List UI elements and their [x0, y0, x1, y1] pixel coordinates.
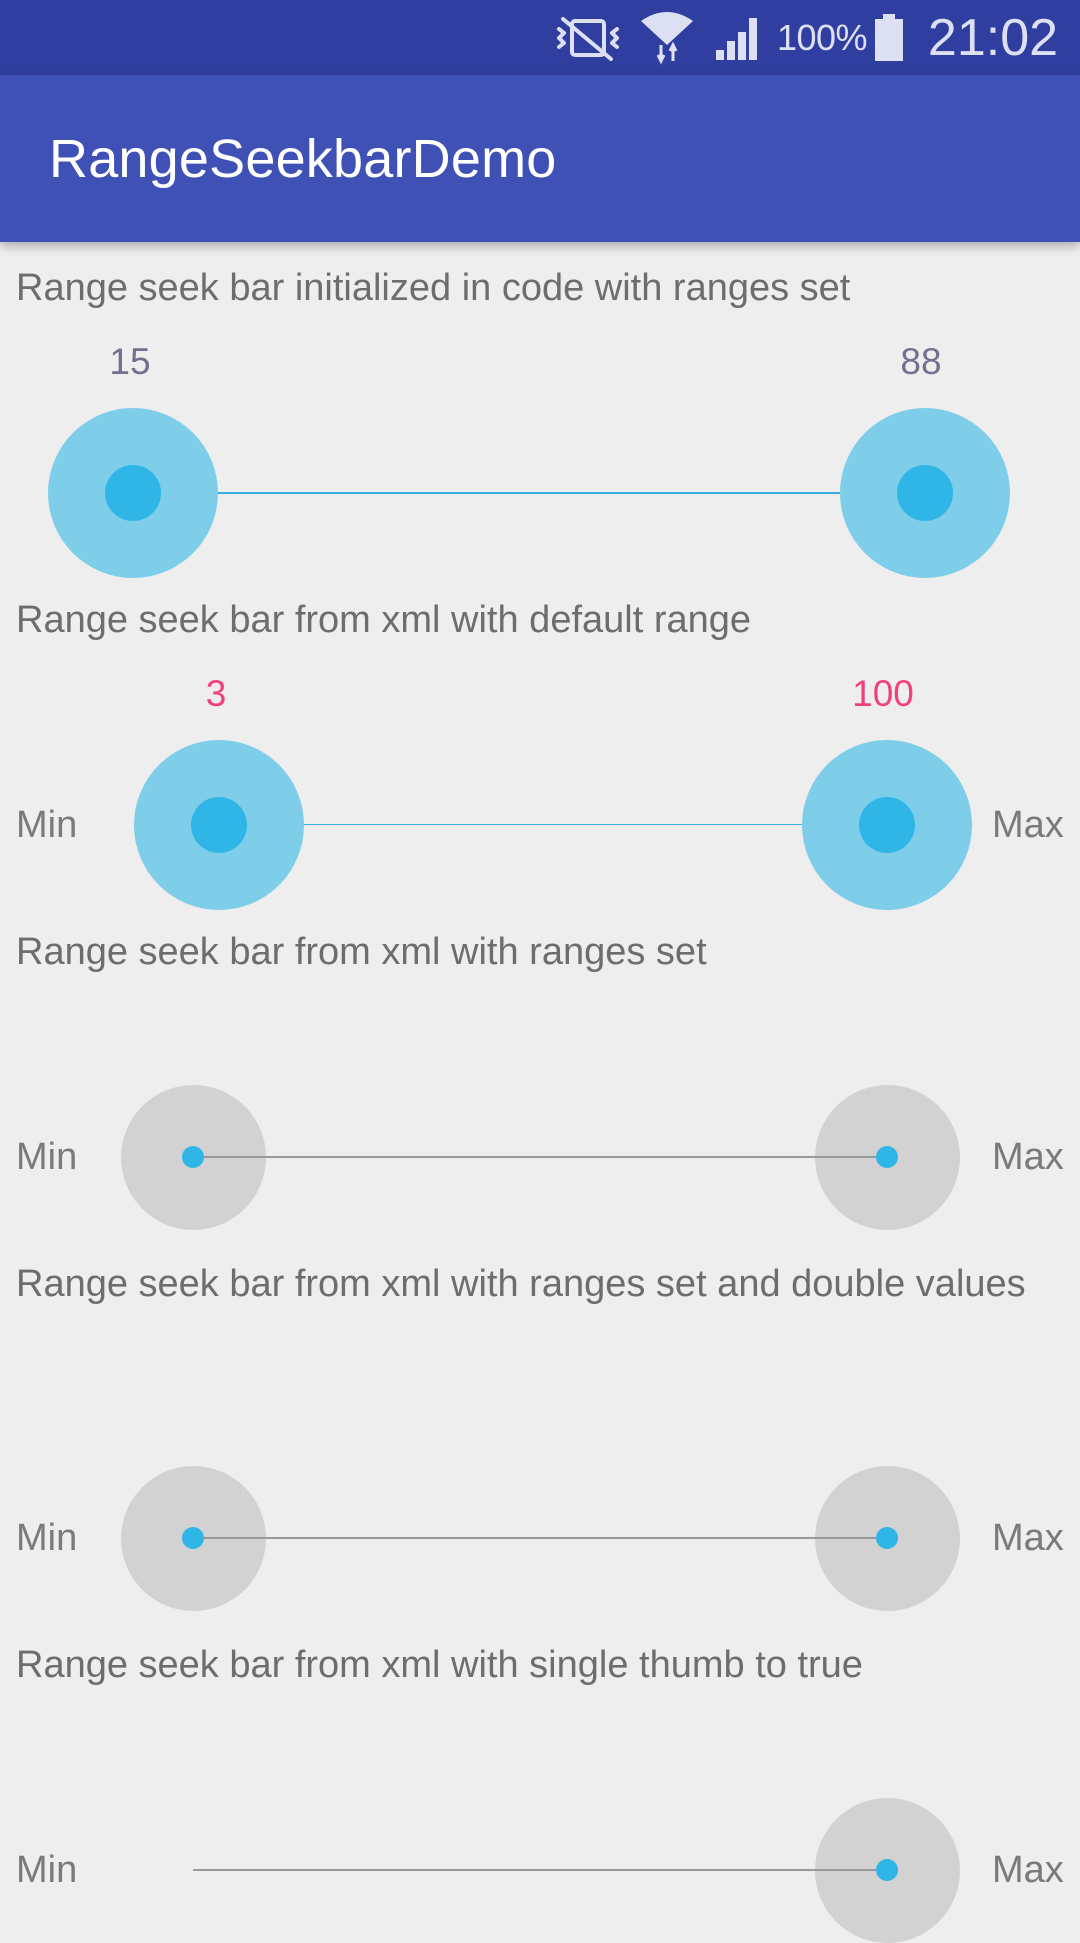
max-thumb-dot [897, 465, 953, 521]
min-label: Min [16, 1517, 78, 1559]
min-label: Min [16, 804, 78, 846]
min-label: Min [16, 1849, 78, 1891]
battery-percent: 100% [776, 16, 868, 58]
min-thumb-dot [191, 797, 247, 853]
max-value-label: 100 [852, 673, 914, 714]
section-title: Range seek bar from xml with ranges set [16, 931, 707, 973]
seekbar-track [193, 1156, 887, 1158]
max-thumb-dot [876, 1146, 898, 1168]
seekbar-track [193, 1537, 887, 1539]
wifi-icon [636, 0, 698, 75]
section-title: Range seek bar initialized in code with … [16, 267, 851, 309]
seekbar-track [219, 824, 887, 825]
vibrate-icon [552, 0, 624, 75]
section-title: Range seek bar from xml with ranges set … [16, 1263, 1026, 1305]
section-title: Range seek bar from xml with single thum… [16, 1644, 863, 1686]
status-bar: 100% 21:02 [0, 0, 1080, 75]
min-thumb-dot [182, 1527, 204, 1549]
max-value-label: 88 [900, 341, 942, 382]
seekbar-track [193, 1869, 887, 1871]
signal-icon [712, 0, 766, 75]
seekbar-track [133, 492, 923, 494]
min-label: Min [16, 1136, 78, 1178]
min-thumb-dot [182, 1146, 204, 1168]
max-label: Max [992, 1517, 1064, 1559]
max-thumb-dot [876, 1859, 898, 1881]
min-thumb-dot [105, 465, 161, 521]
clock: 21:02 [927, 8, 1059, 67]
max-label: Max [992, 804, 1064, 846]
app-bar: RangeSeekbarDemo [0, 75, 1080, 242]
max-label: Max [992, 1136, 1064, 1178]
max-thumb-dot [859, 797, 915, 853]
max-thumb-dot [876, 1527, 898, 1549]
max-label: Max [992, 1849, 1064, 1891]
section-title: Range seek bar from xml with default ran… [16, 599, 752, 641]
min-value-label: 3 [205, 673, 227, 714]
app-title: RangeSeekbarDemo [49, 128, 557, 189]
battery-icon [872, 0, 906, 75]
min-value-label: 15 [109, 341, 151, 382]
